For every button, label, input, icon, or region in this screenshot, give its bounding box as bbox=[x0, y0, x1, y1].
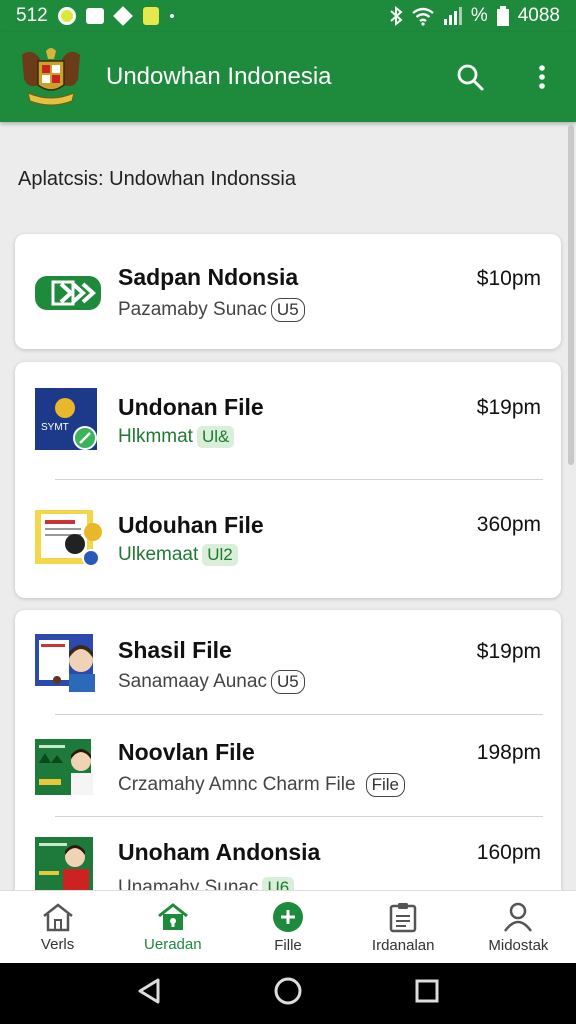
item-thumbnail-image: SYMT bbox=[33, 386, 103, 452]
wifi-icon bbox=[412, 7, 434, 26]
status-bar: 512 % 4088 bbox=[0, 0, 576, 32]
item-tag: U5 bbox=[270, 298, 305, 322]
more-options-button[interactable] bbox=[526, 61, 558, 93]
item-subtitle: Hlkmmat Ul& bbox=[118, 426, 235, 448]
app-logo-crest-icon bbox=[18, 45, 84, 109]
item-thumbnail-image bbox=[33, 831, 103, 897]
scrollbar[interactable] bbox=[568, 125, 574, 465]
notification-tag-icon bbox=[112, 6, 133, 26]
search-icon bbox=[457, 64, 484, 91]
home-icon bbox=[42, 902, 73, 931]
nav-label: Fille bbox=[274, 936, 302, 954]
item-name: Noovlan File bbox=[118, 739, 255, 765]
back-button[interactable] bbox=[136, 977, 162, 1010]
person-icon bbox=[504, 902, 533, 932]
search-button[interactable] bbox=[454, 61, 486, 93]
bluetooth-icon bbox=[390, 6, 403, 26]
list-item[interactable]: Sadpan Ndonsia Pazamaby Sunac U5 $10pm bbox=[15, 234, 561, 352]
add-circle-icon bbox=[273, 901, 303, 932]
file-card: Shasil File Sanamaay Aunac U5 $19pm Noov… bbox=[15, 610, 561, 910]
page-subtitle: Aplatcsis: Undowhan Indonssia bbox=[18, 168, 296, 190]
system-navigation-bar bbox=[0, 963, 576, 1024]
file-card: SYMT Undonan File Hlkmmat Ul& $19pm Udou… bbox=[15, 362, 561, 598]
home-lock-icon bbox=[157, 902, 188, 930]
nav-label: Verls bbox=[40, 935, 75, 953]
list-item[interactable]: Udouhan File Ulkemaat Ul2 360pm bbox=[15, 480, 561, 598]
list-item[interactable]: Shasil File Sanamaay Aunac U5 $19pm bbox=[15, 610, 561, 715]
item-subtitle-text: Ulkemaat bbox=[118, 544, 199, 565]
battery-icon bbox=[496, 6, 509, 26]
item-subtitle-text: Crzamahy Amnc Charm File bbox=[118, 774, 356, 795]
app-title: Undowhan Indonesia bbox=[106, 63, 332, 90]
item-thumbnail-image bbox=[33, 504, 103, 570]
nav-label: Ueradan bbox=[144, 935, 202, 953]
item-name: Undonan File bbox=[118, 394, 264, 420]
battery-percent-symbol: % bbox=[470, 5, 488, 26]
item-subtitle: Crzamahy Amnc Charm File File bbox=[118, 773, 405, 797]
item-price: 160pm bbox=[476, 841, 541, 864]
home-circle-icon bbox=[274, 977, 302, 1005]
item-subtitle-text: Sanamaay Aunac bbox=[118, 671, 267, 692]
recents-button[interactable] bbox=[414, 978, 440, 1009]
app-bar: Undowhan Indonesia bbox=[0, 32, 576, 122]
list-item[interactable]: Noovlan File Crzamahy Amnc Charm File Fi… bbox=[15, 715, 561, 817]
item-name: Sadpan Ndonsia bbox=[118, 264, 299, 290]
status-time: 512 bbox=[16, 5, 48, 26]
nav-item-fille[interactable]: Fille bbox=[230, 891, 345, 963]
bottom-navigation: Verls Ueradan Fille Irdanalan Midostak bbox=[0, 890, 576, 963]
item-tag: Ul2 bbox=[202, 544, 238, 566]
item-subtitle-text: Pazamaby Sunac bbox=[118, 299, 267, 320]
item-thumbnail-image bbox=[33, 733, 103, 799]
more-vert-icon bbox=[539, 65, 545, 89]
signal-icon bbox=[443, 7, 462, 25]
notification-badge-icon bbox=[142, 7, 160, 25]
item-name: Udouhan File bbox=[118, 512, 264, 538]
clipboard-icon bbox=[389, 902, 417, 932]
nav-item-midostak[interactable]: Midostak bbox=[461, 891, 576, 963]
list-item[interactable]: SYMT Undonan File Hlkmmat Ul& $19pm bbox=[15, 362, 561, 480]
item-name: Shasil File bbox=[118, 637, 232, 663]
notification-dot-icon bbox=[169, 14, 174, 18]
item-price: $19pm bbox=[476, 396, 541, 419]
notification-photo-icon bbox=[85, 7, 104, 25]
nav-label: Irdanalan bbox=[371, 936, 435, 954]
file-card: Sadpan Ndonsia Pazamaby Sunac U5 $10pm bbox=[15, 234, 561, 349]
status-battery-text: 4088 bbox=[517, 5, 560, 26]
nav-item-ueradan[interactable]: Ueradan bbox=[115, 891, 230, 963]
item-tag: Ul& bbox=[196, 426, 235, 448]
item-price: $10pm bbox=[476, 267, 541, 290]
nav-item-verls[interactable]: Verls bbox=[0, 891, 115, 963]
item-price: 360pm bbox=[476, 513, 541, 536]
item-price: 198pm bbox=[476, 741, 541, 764]
nav-label: Midostak bbox=[488, 936, 549, 954]
item-tag: File bbox=[365, 773, 405, 797]
nav-item-irdanalan[interactable]: Irdanalan bbox=[346, 891, 461, 963]
item-price: $19pm bbox=[476, 640, 541, 663]
item-tag: U5 bbox=[270, 670, 305, 694]
svg-text:SYMT: SYMT bbox=[41, 422, 69, 433]
item-name: Unoham Andonsia bbox=[118, 839, 321, 865]
home-button[interactable] bbox=[273, 976, 303, 1011]
item-thumbnail-image bbox=[33, 630, 103, 696]
item-subtitle: Sanamaay Aunac U5 bbox=[118, 670, 305, 694]
item-subtitle: Ulkemaat Ul2 bbox=[118, 544, 238, 566]
notification-app-icon bbox=[57, 7, 76, 25]
item-subtitle-text: Hlkmmat bbox=[118, 426, 193, 447]
recents-square-icon bbox=[415, 979, 439, 1003]
item-thumbnail-forward-icon bbox=[33, 260, 103, 326]
item-subtitle: Pazamaby Sunac U5 bbox=[118, 298, 305, 322]
back-triangle-icon bbox=[138, 978, 160, 1004]
